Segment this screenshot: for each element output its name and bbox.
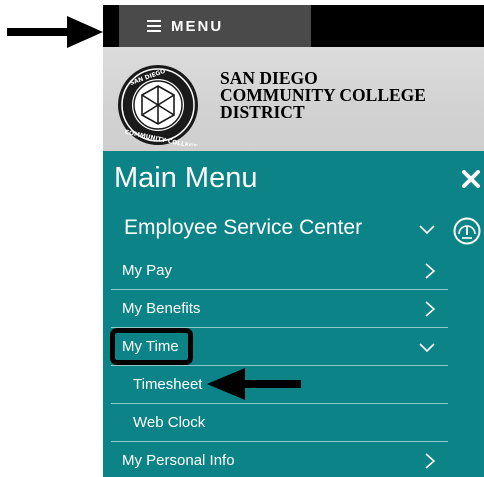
section-employee-service-center[interactable]: Employee Service Center	[124, 216, 362, 240]
menu-item-label: My Benefits	[122, 300, 201, 317]
dashboard-icon[interactable]	[453, 217, 481, 245]
menu-item-label: Timesheet	[133, 376, 203, 393]
close-icon[interactable]	[462, 170, 480, 188]
hamburger-icon	[147, 20, 161, 32]
annotation-highlight-box	[110, 328, 193, 365]
district-seal-logo: SAN DIEGO COMMUNITY COLLEGE	[118, 65, 198, 146]
menu-item-web-clock[interactable]: Web Clock	[111, 404, 448, 442]
app-frame: MENU SAN DIEGO COMMUNITY COLLEGE SAN DIE…	[0, 0, 484, 477]
menu-item-my-benefits[interactable]: My Benefits	[111, 290, 448, 328]
main-menu-title: Main Menu	[114, 162, 258, 194]
annotation-arrow-icon	[207, 368, 301, 400]
district-name: SAN DIEGO COMMUNITY COLLEGE DISTRICT	[220, 69, 426, 122]
menu-item-label: Web Clock	[133, 414, 206, 431]
menu-button-label: MENU	[171, 17, 224, 35]
district-name-line-3: DISTRICT	[220, 102, 305, 122]
menu-item-my-pay[interactable]: My Pay	[111, 252, 448, 290]
menu-item-my-personal-info[interactable]: My Personal Info	[111, 442, 448, 477]
chevron-right-icon	[425, 263, 436, 279]
annotation-arrow-icon	[7, 16, 103, 48]
menu-item-label: My Pay	[122, 262, 173, 279]
menu-item-label: My Personal Info	[122, 452, 235, 469]
chevron-right-icon	[425, 453, 436, 469]
chevron-right-icon	[425, 301, 436, 317]
chevron-down-icon[interactable]	[418, 224, 436, 236]
menu-button[interactable]: MENU	[119, 5, 311, 47]
chevron-down-icon	[419, 343, 435, 353]
